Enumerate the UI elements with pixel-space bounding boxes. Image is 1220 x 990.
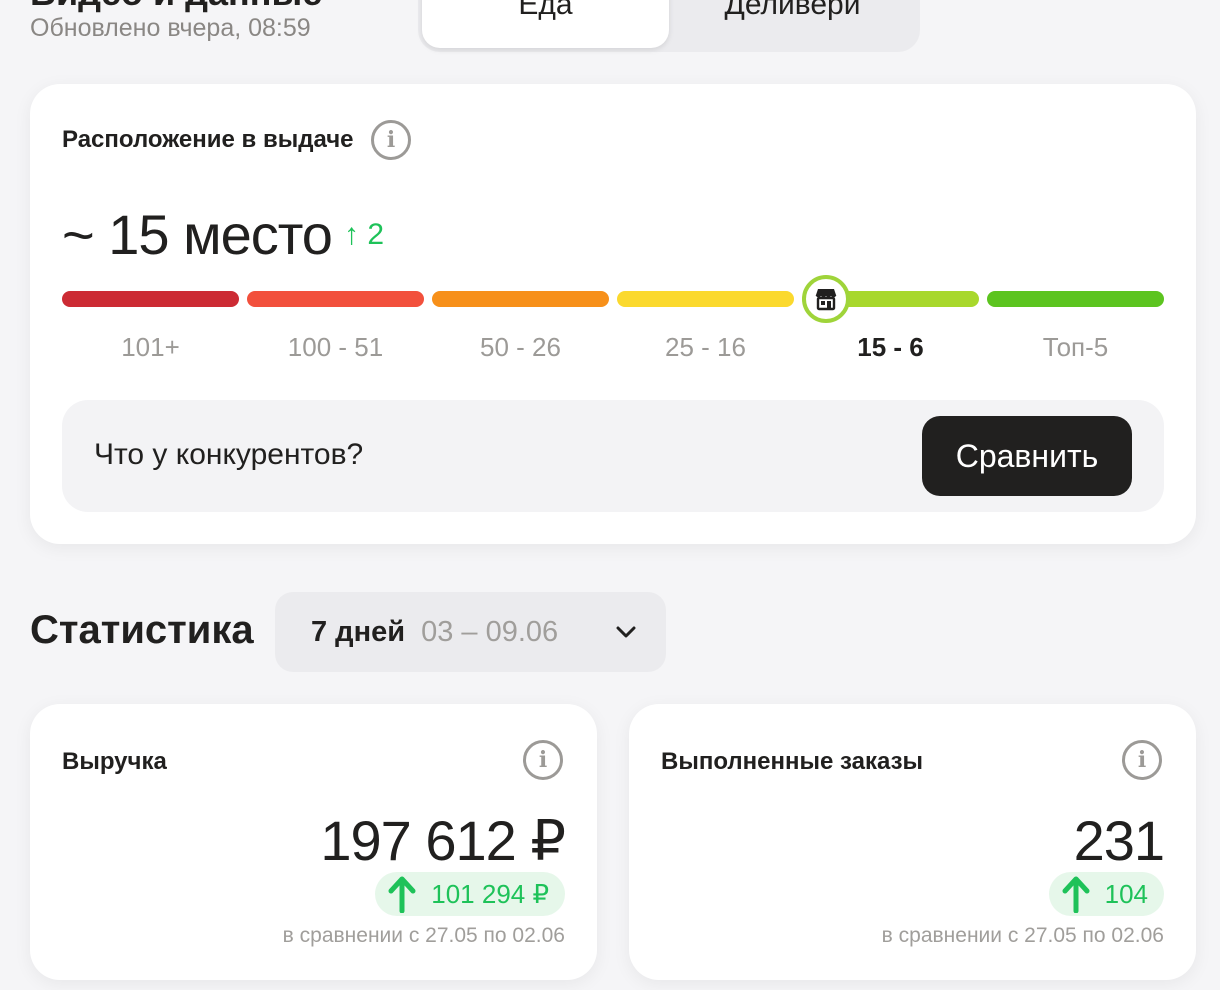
stats-title: Статистика [30,608,254,652]
scale-label: Топ-5 [1042,332,1109,362]
arrow-up-icon [388,876,416,913]
orders-compare: в сравнении с 27.05 по 02.06 [881,924,1164,947]
revenue-title: Выручка [62,748,167,775]
info-icon[interactable]: i [371,120,411,160]
scale-label: 15 - 6 [857,332,924,362]
position-marker [802,275,850,323]
revenue-delta-badge: 101 294 ₽ [375,872,565,916]
revenue-value: 197 612 ₽ [320,809,566,872]
orders-delta: 104 [1104,878,1148,909]
scale-segment [247,291,424,307]
competitors-question: Что у конкурентов? [94,438,364,471]
orders-value: 231 [1073,809,1165,872]
position-scale [62,291,1164,309]
revenue-compare: в сравнении с 27.05 по 02.06 [282,924,565,947]
service-switcher: Еда Деливери [418,0,920,52]
tab-eda-label: Еда [518,0,573,21]
page-title: Видео и данные [30,0,322,14]
revenue-delta: 101 294 ₽ [431,878,549,909]
revenue-card: Выручка i 197 612 ₽ 101 294 ₽ в сравнени… [30,704,597,980]
scale-segment [62,291,239,307]
orders-card: Выполненные заказы i 231 104 в сравнении… [629,704,1196,980]
info-icon[interactable]: i [523,740,563,780]
position-card: Расположение в выдаче i ~ 15 место ↑ 2 1… [30,84,1196,544]
scale-label: 50 - 26 [480,332,561,362]
scale-segment [987,291,1164,307]
position-place: ~ 15 место [62,203,333,266]
orders-delta-badge: 104 [1048,872,1164,916]
updated-timestamp: Обновлено вчера, 08:59 [30,14,311,42]
tab-eda[interactable]: Еда [422,0,669,48]
scale-label: 25 - 16 [665,332,746,362]
scale-segment [617,291,794,307]
competitors-box: Что у конкурентов? Сравнить [62,400,1164,512]
chevron-down-icon [616,626,636,638]
position-delta: ↑ 2 [344,218,385,251]
scale-label: 100 - 51 [287,332,384,362]
info-icon[interactable]: i [1122,740,1162,780]
compare-button[interactable]: Сравнить [922,416,1132,496]
scale-segment [432,291,609,307]
period-range: 03 – 09.06 [421,615,559,648]
scale-label: 101+ [121,332,180,362]
position-title: Расположение в выдаче [62,126,354,153]
tab-delivery[interactable]: Деливери [669,0,916,48]
period-select[interactable]: 7 дней 03 – 09.06 [275,592,666,672]
period-days: 7 дней [311,615,406,648]
arrow-up-icon [1062,876,1090,913]
tab-delivery-label: Деливери [724,0,861,21]
page: Видео и данные Обновлено вчера, 08:59 Ед… [0,0,1220,990]
store-icon [815,289,837,311]
orders-title: Выполненные заказы [661,748,924,775]
